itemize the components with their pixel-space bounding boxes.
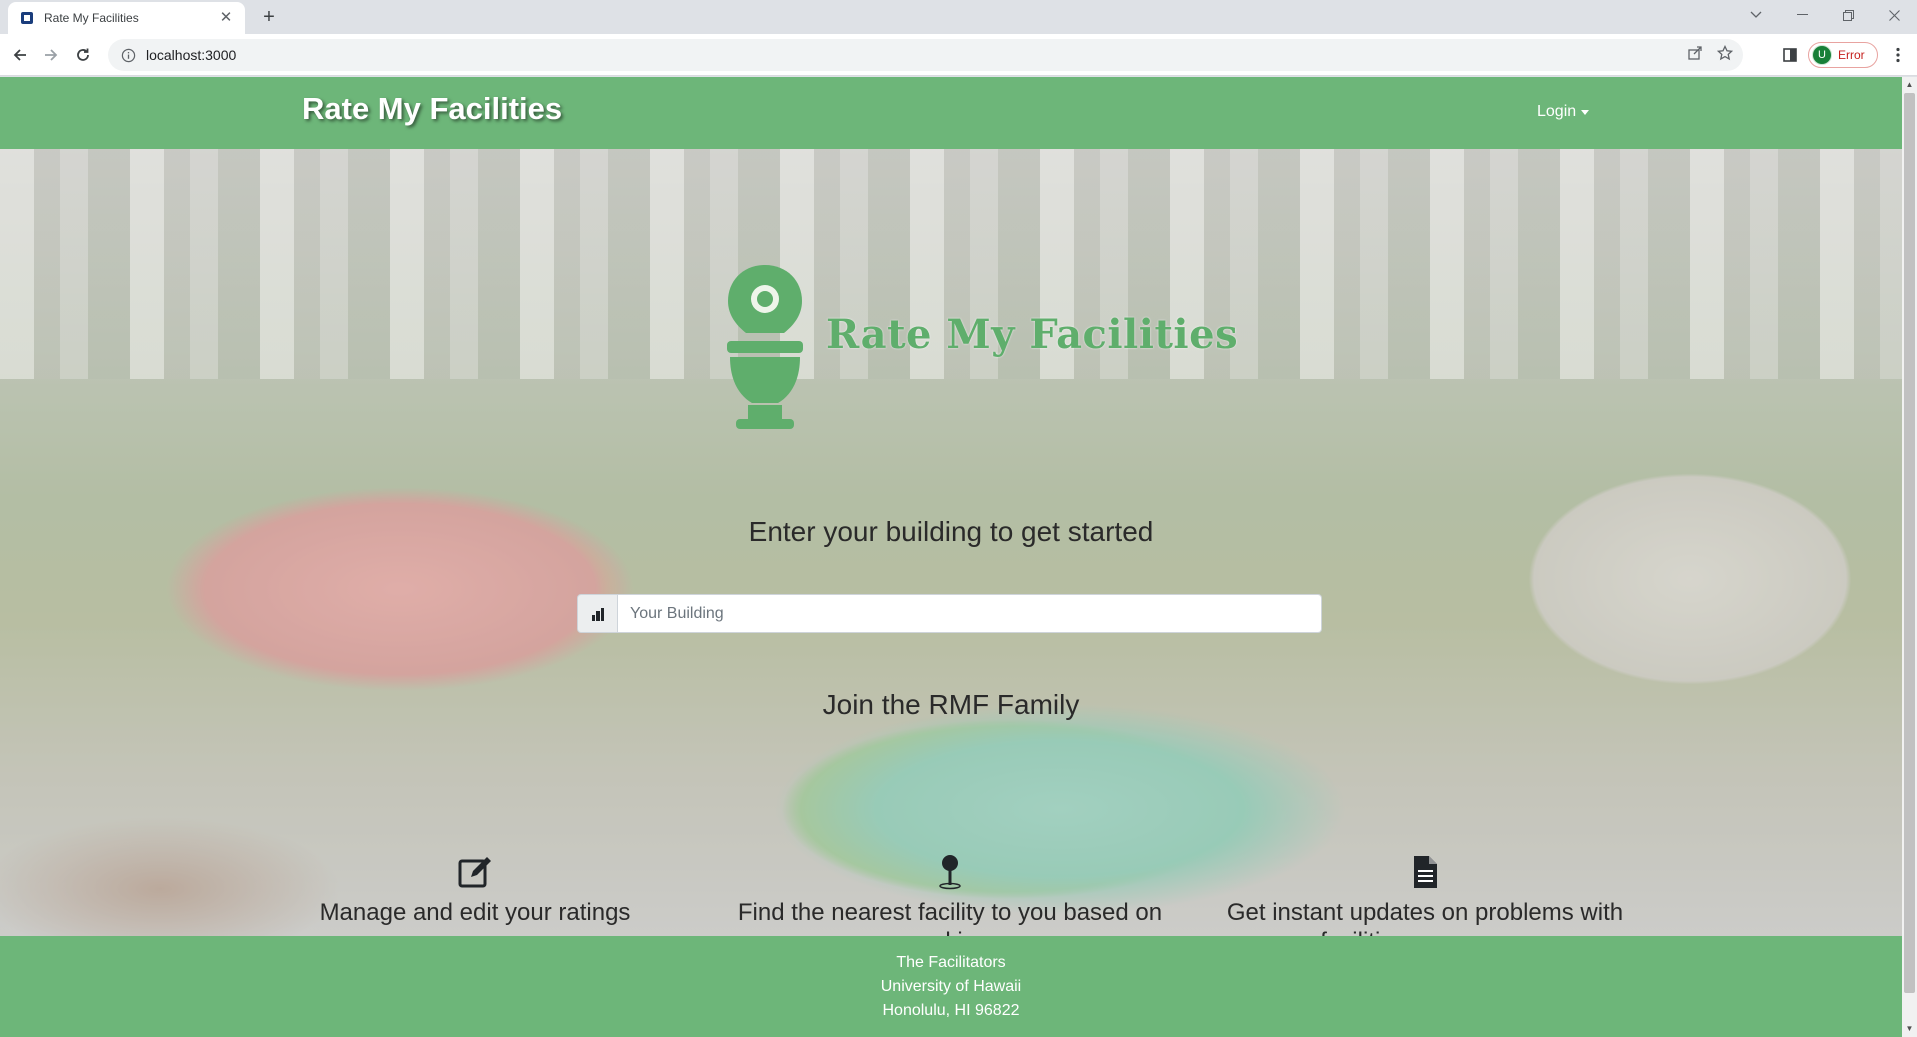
login-label: Login <box>1537 103 1577 120</box>
caret-down-icon <box>1581 109 1590 115</box>
profile-status: Error <box>1838 48 1865 62</box>
browser-tabstrip: Rate My Facilities ✕ + <box>0 0 1917 34</box>
close-window-icon[interactable] <box>1871 0 1917 30</box>
building-search <box>577 594 1322 633</box>
feature-text: Manage and edit your ratings <box>319 899 631 926</box>
browser-menu-icon[interactable] <box>1886 41 1910 69</box>
feature-text: Find the nearest facility to you based o… <box>737 899 1163 936</box>
login-dropdown[interactable]: Login <box>1537 103 1590 121</box>
footer-team: The Facilitators <box>896 954 1006 971</box>
page-scrollbar[interactable]: ▲ ▼ <box>1902 77 1917 1037</box>
site-navbar: Rate My Facilities Login <box>0 77 1902 149</box>
building-icon <box>577 594 618 633</box>
footer-address: Honolulu, HI 96822 <box>882 1002 1020 1019</box>
tab-close-icon[interactable]: ✕ <box>217 9 235 27</box>
url-text: localhost:3000 <box>146 47 237 63</box>
site-logo: Rate My Facilities <box>720 259 1238 434</box>
forward-icon[interactable] <box>37 41 65 69</box>
get-started-heading: Enter your building to get started <box>748 516 1154 547</box>
map-pin-icon <box>939 855 961 890</box>
scroll-down-icon[interactable]: ▼ <box>1902 1021 1917 1037</box>
feature-text: Get instant updates on problems with fac… <box>1226 899 1624 936</box>
toilet-pin-logo-icon <box>727 265 803 429</box>
profile-button[interactable]: U Error <box>1808 42 1878 68</box>
side-panel-icon[interactable] <box>1776 41 1804 69</box>
bookmark-star-icon[interactable] <box>1716 44 1734 66</box>
site-info-icon[interactable] <box>120 47 136 63</box>
browser-tab[interactable]: Rate My Facilities ✕ <box>8 2 245 34</box>
logo-text: Rate My Facilities <box>826 311 1239 358</box>
favicon-icon <box>20 11 34 25</box>
hero-section: Rate My Facilities Enter your building t… <box>0 149 1902 936</box>
omnibox-actions <box>1687 44 1734 66</box>
scroll-up-icon[interactable]: ▲ <box>1902 77 1917 93</box>
edit-icon <box>458 857 491 888</box>
window-controls <box>1733 0 1917 30</box>
page-viewport: Rate My Facilities Login Rate My Facilit… <box>0 77 1917 1037</box>
scrollbar-thumb[interactable] <box>1904 93 1915 993</box>
minimize-icon[interactable] <box>1779 0 1825 30</box>
tab-search-chevron-icon[interactable] <box>1733 0 1779 30</box>
reload-icon[interactable] <box>69 41 97 69</box>
navbar-brand[interactable]: Rate My Facilities <box>302 91 562 127</box>
browser-toolbar: localhost:3000 U Error <box>0 34 1917 76</box>
feature-instant-updates: Get instant updates on problems with fac… <box>1200 854 1650 936</box>
footer-university: University of Hawaii <box>880 978 1022 995</box>
share-icon[interactable] <box>1687 45 1703 66</box>
tab-title: Rate My Facilities <box>44 11 139 25</box>
new-tab-button[interactable]: + <box>257 6 281 30</box>
avatar: U <box>1812 45 1832 65</box>
feature-manage-ratings: Manage and edit your ratings <box>300 854 650 927</box>
address-bar[interactable]: localhost:3000 <box>108 39 1743 71</box>
document-icon <box>1414 856 1437 888</box>
building-search-input[interactable] <box>618 594 1322 633</box>
restore-icon[interactable] <box>1825 0 1871 30</box>
join-heading: Join the RMF Family <box>822 689 1080 720</box>
site-footer: The Facilitators University of Hawaii Ho… <box>0 936 1902 1037</box>
back-icon[interactable] <box>6 41 34 69</box>
feature-nearest-facility: Find the nearest facility to you based o… <box>720 854 1180 936</box>
